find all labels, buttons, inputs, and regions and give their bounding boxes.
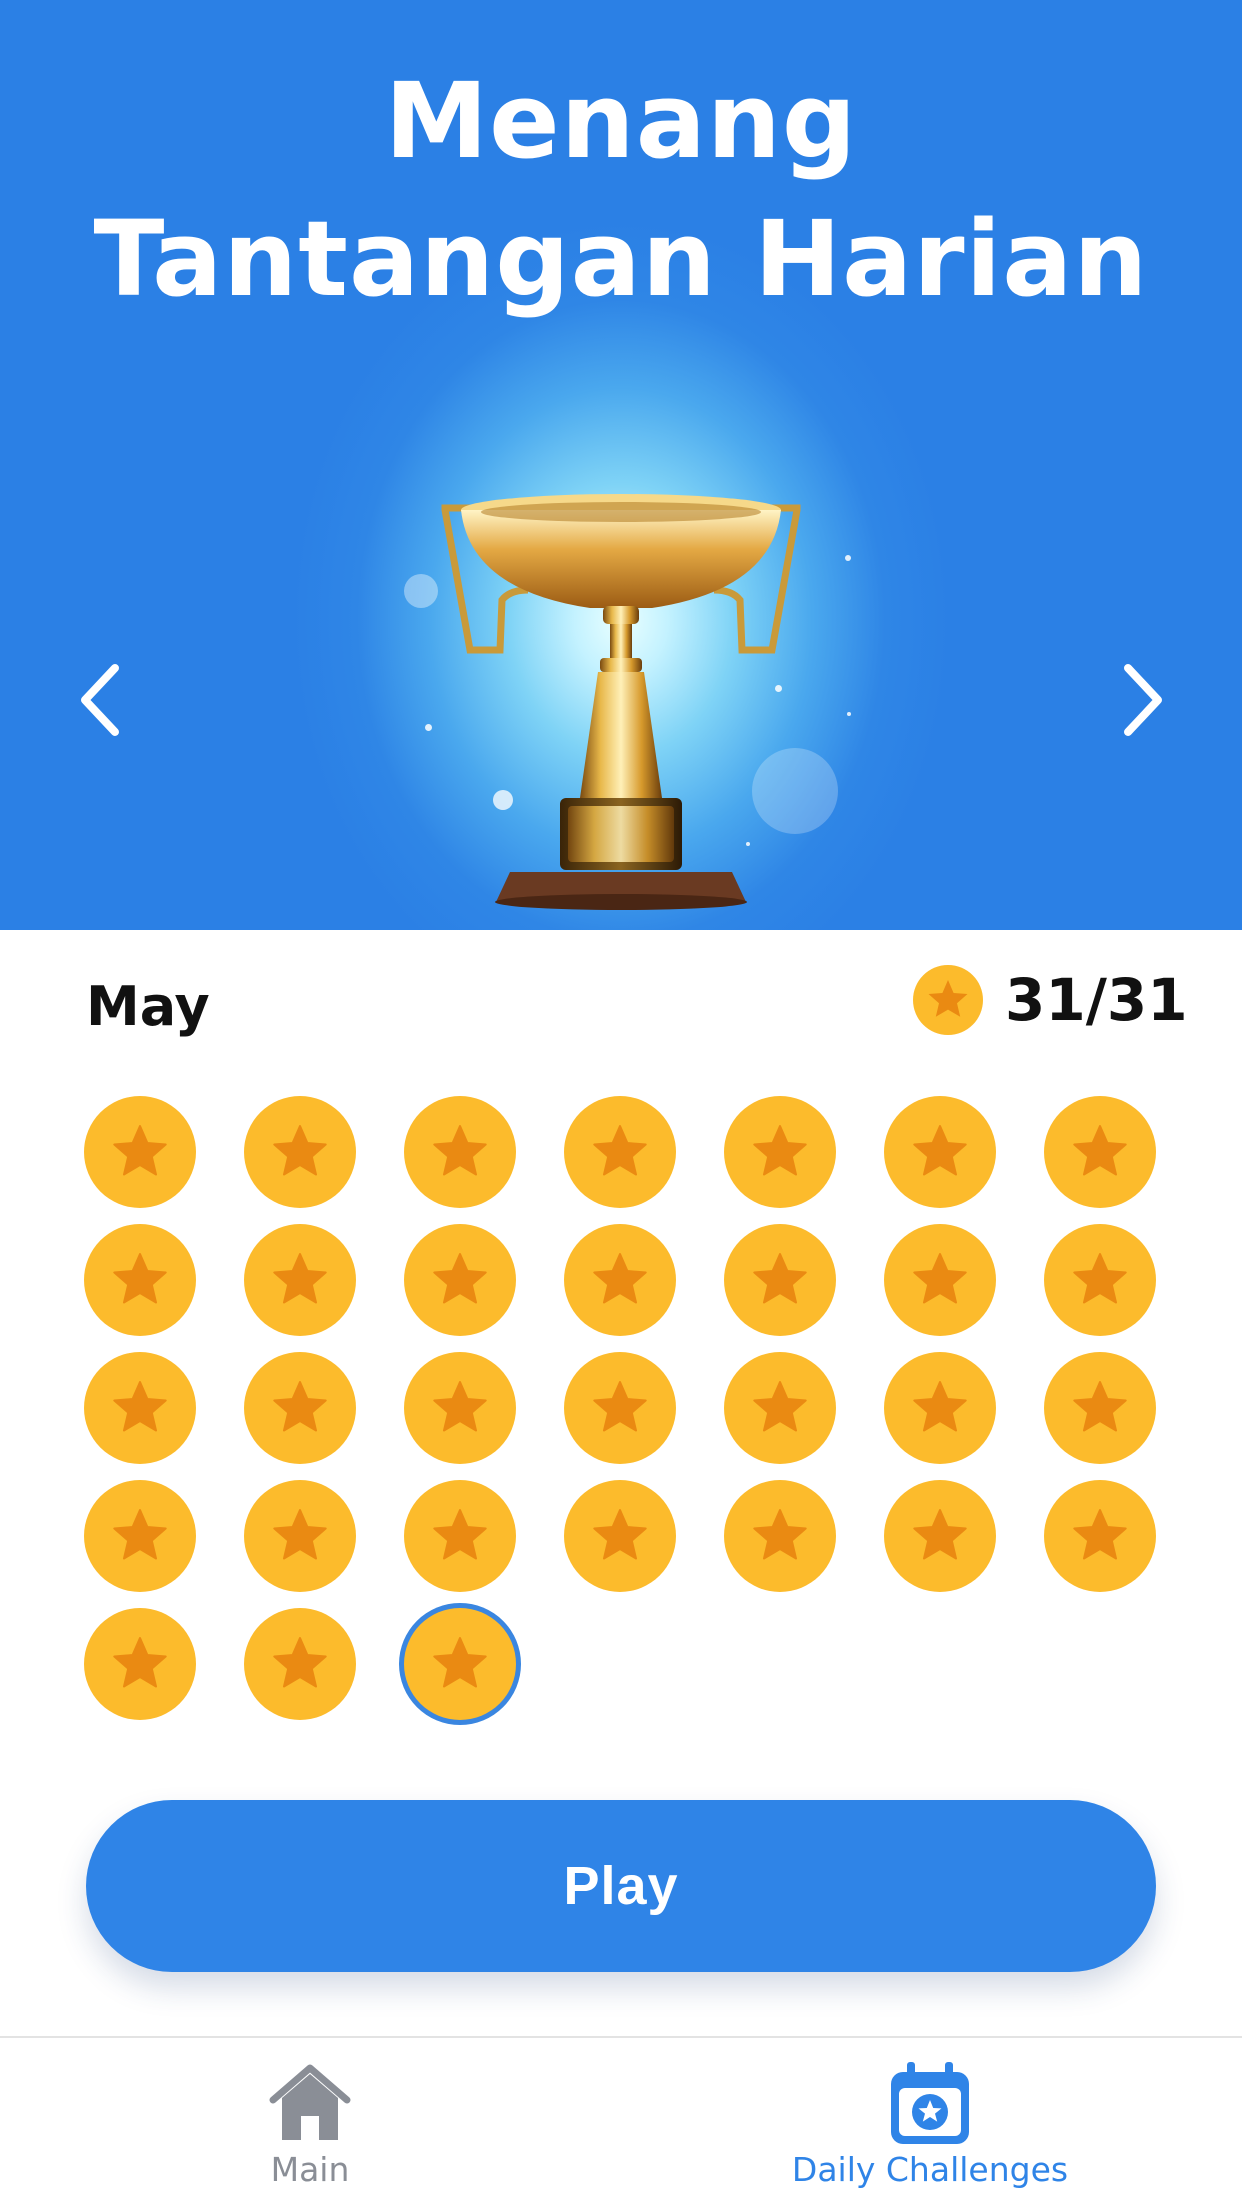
star-icon [433,1381,487,1432]
star-icon [913,1381,967,1432]
hero-banner: Menang Tantangan Harian [0,0,1242,930]
play-button-label: Play [563,1856,679,1916]
calendar-star-icon [891,2062,969,2144]
calendar-day[interactable] [84,1608,196,1720]
star-icon [273,1637,327,1688]
hero-title-line1: Menang [384,60,858,182]
chevron-left-icon [81,664,119,736]
calendar-day[interactable] [84,1224,196,1336]
star-icon [593,1509,647,1560]
hero-title-line2: Tantangan Harian [93,198,1149,320]
star-icon [113,1637,167,1688]
home-icon [269,2064,351,2140]
calendar-day[interactable] [244,1224,356,1336]
calendar-day[interactable] [404,1352,516,1464]
calendar-day[interactable] [1044,1480,1156,1592]
calendar-grid [84,1096,1160,1720]
star-icon [593,1381,647,1432]
calendar-day[interactable] [884,1224,996,1336]
tab-daily-challenges[interactable]: Daily Challenges [790,2038,1070,2208]
tab-daily-challenges-label: Daily Challenges [791,2150,1069,2189]
star-icon [593,1125,647,1176]
month-label: May [86,975,210,1038]
bottom-tab-bar: Main Daily Challenges [0,2036,1242,2208]
calendar-day[interactable] [84,1352,196,1464]
star-icon [593,1253,647,1304]
tab-main[interactable]: Main [210,2038,410,2208]
star-icon [433,1253,487,1304]
calendar-day[interactable] [404,1480,516,1592]
calendar-day[interactable] [84,1096,196,1208]
calendar-day[interactable] [564,1096,676,1208]
calendar-day[interactable] [404,1224,516,1336]
star-icon [113,1253,167,1304]
calendar-day[interactable] [724,1352,836,1464]
star-icon [113,1381,167,1432]
calendar-day[interactable] [244,1608,356,1720]
star-icon [753,1509,807,1560]
star-icon [913,1253,967,1304]
calendar-day[interactable] [564,1224,676,1336]
star-icon [753,1125,807,1176]
chevron-right-icon [1124,664,1162,736]
calendar-day[interactable] [884,1480,996,1592]
calendar-day[interactable] [724,1480,836,1592]
star-icon [273,1381,327,1432]
calendar-day[interactable] [724,1096,836,1208]
month-header: May 31/31 [0,930,1242,1070]
calendar-day[interactable] [244,1096,356,1208]
calendar-day[interactable] [884,1096,996,1208]
calendar-day[interactable] [244,1480,356,1592]
calendar-day[interactable] [884,1352,996,1464]
star-icon [1073,1125,1127,1176]
star-icon [273,1509,327,1560]
calendar-day[interactable] [84,1480,196,1592]
star-icon [1073,1509,1127,1560]
sparkle-decoration [845,555,851,561]
star-icon [753,1253,807,1304]
previous-arrow-button[interactable] [55,655,145,745]
tab-main-label: Main [270,2150,350,2189]
star-icon [1073,1381,1127,1432]
star-icon [273,1125,327,1176]
calendar-day[interactable] [404,1608,516,1720]
star-icon [433,1637,487,1688]
star-icon [113,1509,167,1560]
hero-title: Menang Tantangan Harian [0,52,1242,328]
trophy-icon [441,494,801,910]
calendar-day[interactable] [564,1352,676,1464]
sparkle-decoration [404,574,438,608]
star-icon [753,1381,807,1432]
star-icon [433,1509,487,1560]
calendar-day[interactable] [1044,1096,1156,1208]
star-icon [113,1125,167,1176]
star-icon [1073,1253,1127,1304]
sparkle-decoration [847,712,851,716]
star-icon [913,1125,967,1176]
calendar-day[interactable] [1044,1224,1156,1336]
next-arrow-button[interactable] [1098,655,1188,745]
star-icon [273,1253,327,1304]
calendar-day[interactable] [244,1352,356,1464]
calendar-day[interactable] [404,1096,516,1208]
star-icon [913,1509,967,1560]
sparkle-decoration [425,724,432,731]
calendar-day[interactable] [1044,1352,1156,1464]
calendar-day[interactable] [564,1480,676,1592]
star-coin-icon [913,965,983,1035]
calendar-day[interactable] [724,1224,836,1336]
play-button[interactable]: Play [86,1800,1156,1972]
completion-count: 31/31 [1005,966,1188,1034]
star-icon [433,1125,487,1176]
